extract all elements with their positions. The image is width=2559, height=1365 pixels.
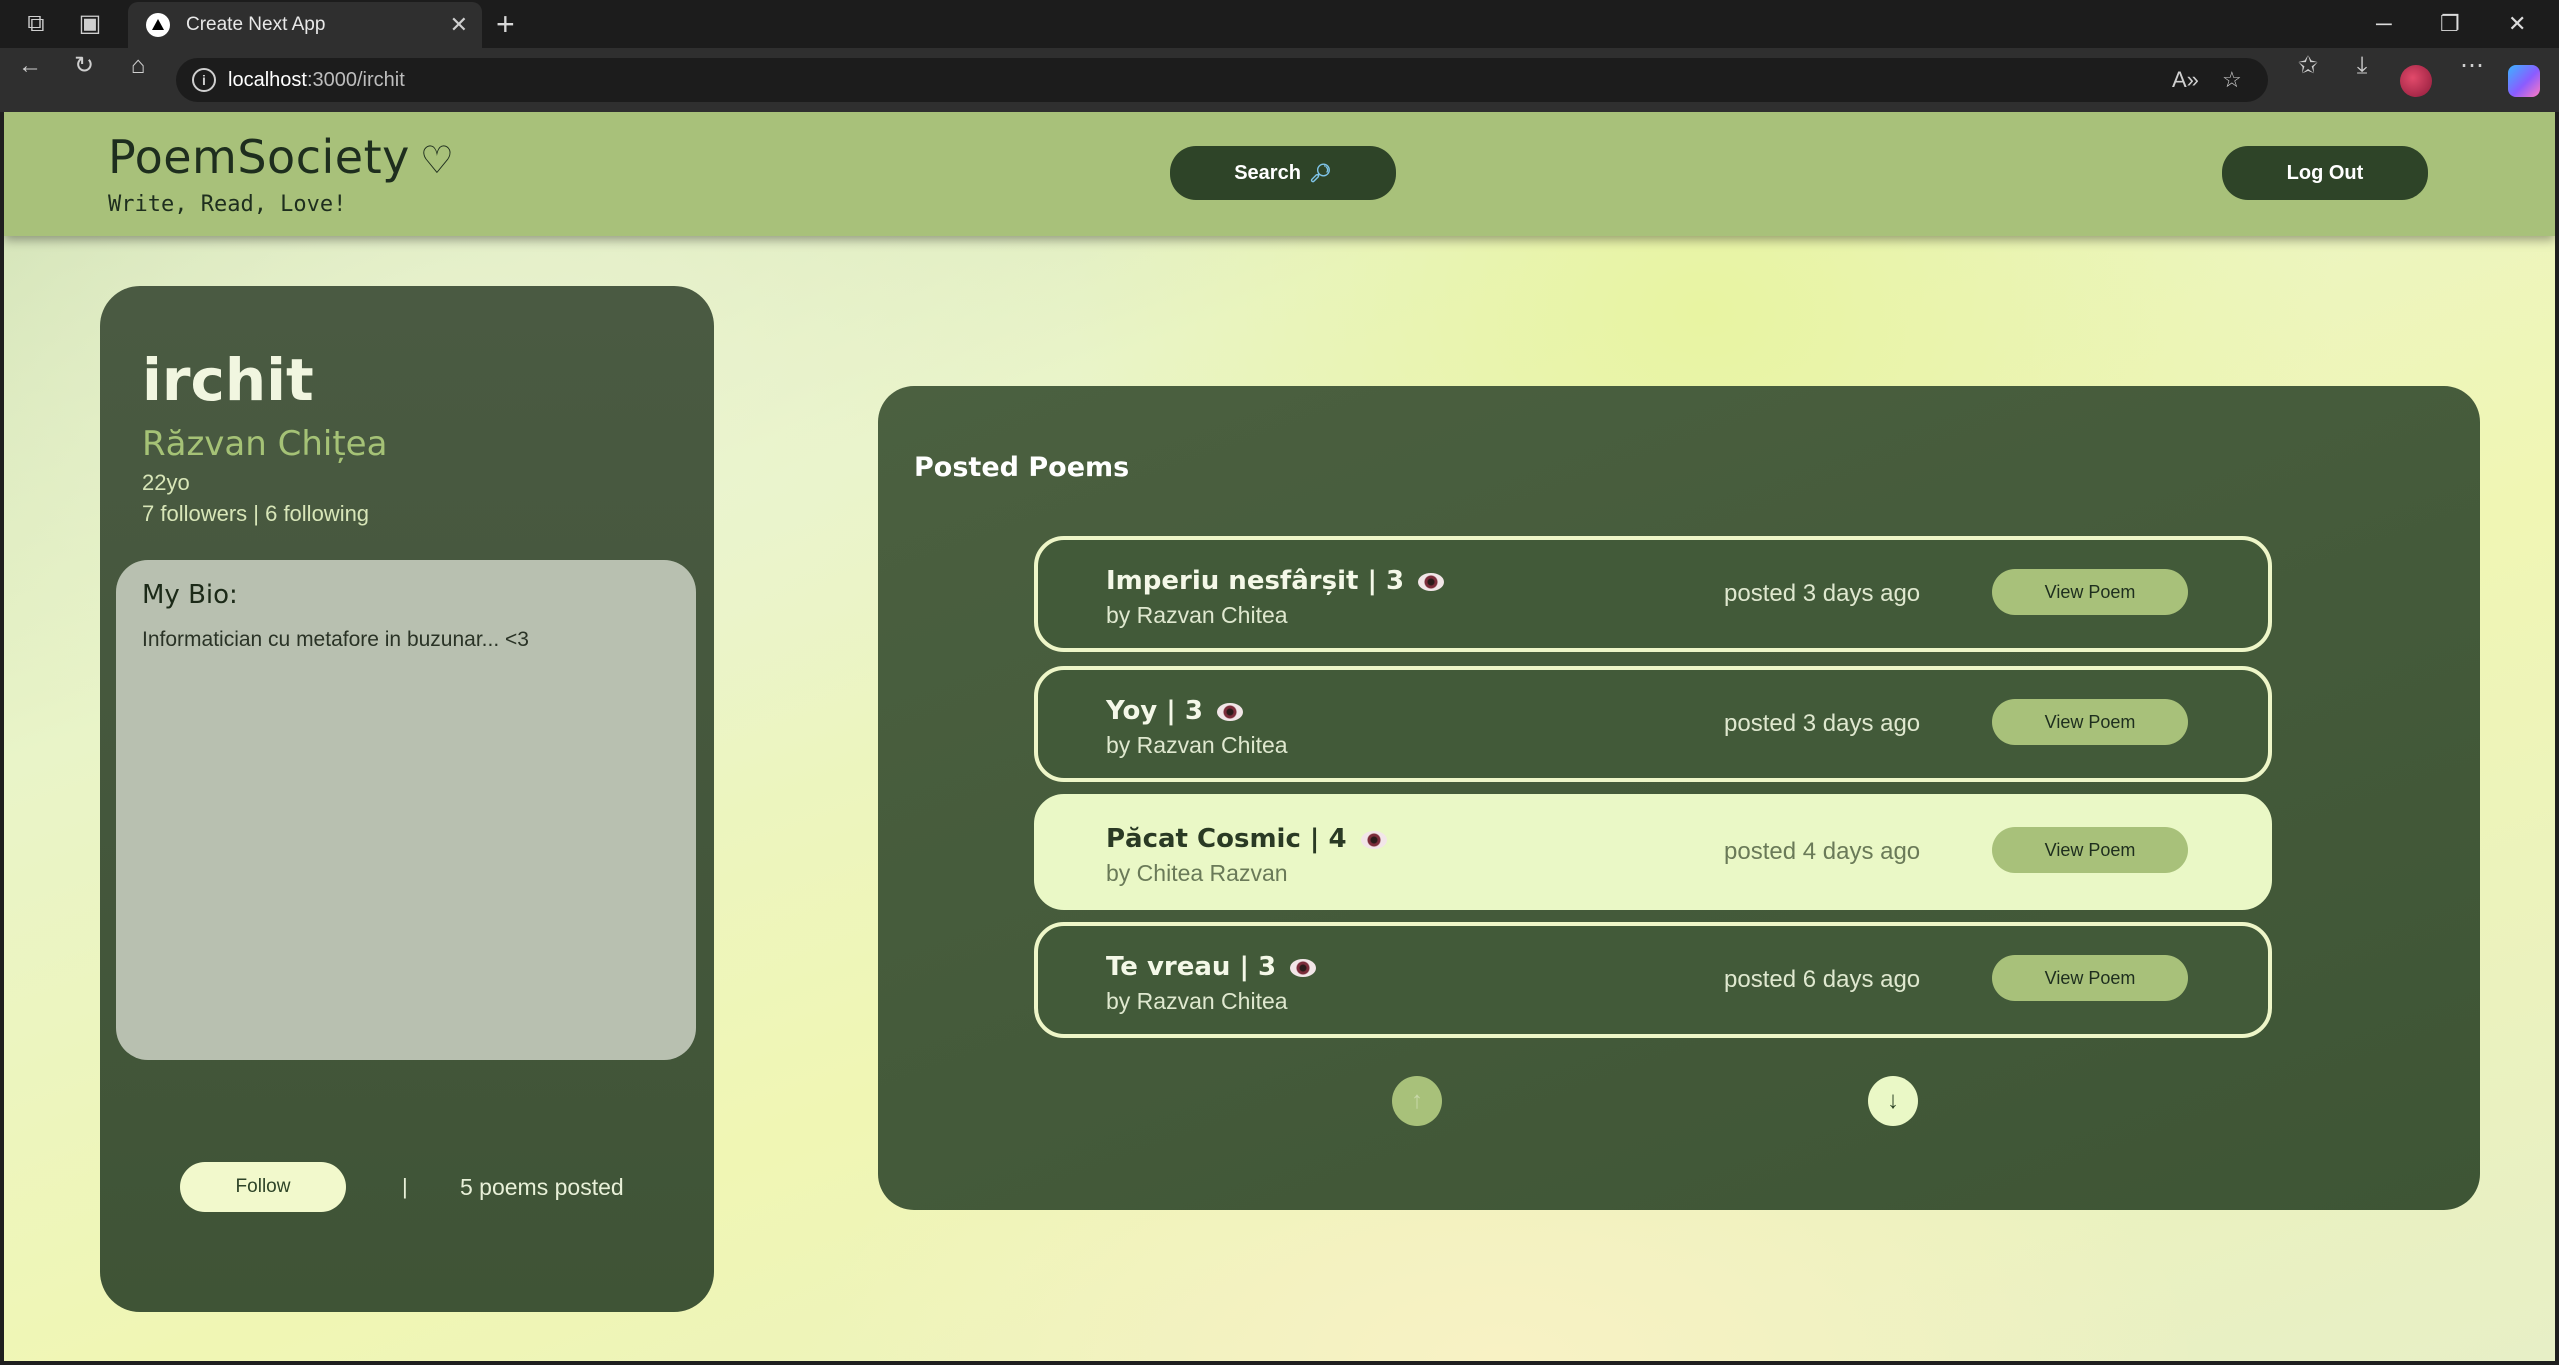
- poem-row[interactable]: Yoy | 3 by Razvan Chitea posted 3 days a…: [1034, 666, 2272, 782]
- browser-address-bar: ← ↻ ⌂ i localhost:3000/irchit A» ☆ ✩ ⤓ ⋯: [0, 48, 2559, 112]
- poem-author: by Razvan Chitea: [1106, 732, 1288, 758]
- browser-tab-active[interactable]: Create Next App ✕: [128, 2, 482, 48]
- posted-poems-panel: Posted Poems Imperiu nesfârșit | 3 by Ra…: [878, 386, 2480, 1210]
- browser-tab-bar: ⧉ ▣ Create Next App ✕ + ─ ❐ ✕: [0, 0, 2559, 48]
- profile-card: irchit Răzvan Chițea 22yo 7 followers | …: [100, 286, 714, 1312]
- home-icon[interactable]: ⌂: [122, 42, 154, 90]
- site-header: PoemSociety ♡ Write, Read, Love! Search 🔎︎…: [4, 112, 2555, 236]
- profile-username: irchit: [142, 346, 314, 414]
- poem-title: Păcat Cosmic | 4: [1106, 824, 1387, 854]
- minimize-icon[interactable]: ─: [2376, 0, 2392, 48]
- profile-age: 22yo: [142, 470, 190, 495]
- site-logo[interactable]: PoemSociety ♡: [108, 130, 454, 184]
- tab-title: Create Next App: [186, 14, 326, 35]
- poem-author: by Chitea Razvan: [1106, 860, 1288, 886]
- restore-icon[interactable]: ❐: [2440, 0, 2460, 48]
- next-page-arrow-icon[interactable]: ↓: [1868, 1076, 1918, 1126]
- page-viewport: PoemSociety ♡ Write, Read, Love! Search 🔎︎…: [4, 112, 2555, 1361]
- copilot-icon[interactable]: [2508, 65, 2540, 97]
- site-info-icon[interactable]: i: [192, 68, 216, 92]
- new-tab-icon[interactable]: +: [496, 0, 515, 48]
- poem-posted-date: posted 3 days ago: [1724, 710, 1921, 737]
- profile-avatar[interactable]: [2400, 65, 2432, 97]
- eye-icon: [1290, 958, 1317, 977]
- poem-row-hovered[interactable]: Păcat Cosmic | 4 by Chitea Razvan posted…: [1034, 794, 2272, 910]
- bio-text: Informatician cu metafore in buzunar... …: [142, 628, 529, 651]
- nextjs-favicon-icon: [146, 13, 170, 37]
- search-button[interactable]: Search 🔎︎: [1170, 146, 1396, 200]
- workspaces-icon[interactable]: ⧉: [20, 0, 52, 48]
- view-poem-button[interactable]: View Poem: [1992, 699, 2188, 745]
- poem-author: by Razvan Chitea: [1106, 988, 1288, 1014]
- poem-title: Imperiu nesfârșit | 3: [1106, 566, 1445, 596]
- separator: |: [402, 1174, 408, 1199]
- tagline: Write, Read, Love!: [108, 192, 347, 217]
- more-options-icon[interactable]: ⋯: [2456, 42, 2488, 90]
- url-text: localhost:3000/irchit: [228, 69, 405, 91]
- favorites-icon[interactable]: ✩: [2292, 42, 2324, 90]
- close-window-icon[interactable]: ✕: [2508, 0, 2526, 48]
- follow-button[interactable]: Follow: [180, 1162, 346, 1212]
- read-aloud-icon[interactable]: A»: [2172, 58, 2199, 102]
- poem-author: by Razvan Chitea: [1106, 602, 1288, 628]
- reload-icon[interactable]: ↻: [68, 42, 100, 90]
- back-icon[interactable]: ←: [14, 42, 46, 90]
- eye-icon: [1418, 572, 1445, 591]
- heart-icon: ♡: [419, 138, 455, 182]
- url-field[interactable]: i localhost:3000/irchit A» ☆: [176, 58, 2268, 102]
- downloads-icon[interactable]: ⤓: [2346, 42, 2378, 90]
- poem-row[interactable]: Te vreau | 3 by Razvan Chitea posted 6 d…: [1034, 922, 2272, 1038]
- poem-posted-date: posted 3 days ago: [1724, 580, 1921, 607]
- previous-page-arrow-icon[interactable]: ↑: [1392, 1076, 1442, 1126]
- poem-row[interactable]: Imperiu nesfârșit | 3 by Razvan Chitea p…: [1034, 536, 2272, 652]
- view-poem-button[interactable]: View Poem: [1992, 569, 2188, 615]
- bio-box: My Bio: Informatician cu metafore in buz…: [116, 560, 696, 1060]
- eye-icon: [1216, 702, 1243, 721]
- poem-title: Yoy | 3: [1106, 696, 1243, 726]
- poem-posted-date: posted 4 days ago: [1724, 838, 1921, 865]
- poems-count: 5 poems posted: [460, 1174, 624, 1200]
- vertical-tabs-icon[interactable]: ▣: [72, 0, 108, 48]
- close-tab-icon[interactable]: ✕: [450, 2, 468, 48]
- view-poem-button[interactable]: View Poem: [1992, 827, 2188, 873]
- magnifier-icon: 🔎︎: [1308, 163, 1332, 183]
- poem-posted-date: posted 6 days ago: [1724, 966, 1921, 993]
- profile-full-name: Răzvan Chițea: [142, 424, 388, 464]
- view-poem-button[interactable]: View Poem: [1992, 955, 2188, 1001]
- poem-title: Te vreau | 3: [1106, 952, 1317, 982]
- posted-poems-title: Posted Poems: [914, 452, 1130, 483]
- logout-button[interactable]: Log Out: [2222, 146, 2428, 200]
- profile-follow-stats[interactable]: 7 followers | 6 following: [142, 501, 369, 527]
- favorite-star-icon[interactable]: ☆: [2222, 58, 2242, 102]
- eye-icon: [1360, 830, 1387, 849]
- bio-title: My Bio:: [142, 580, 238, 610]
